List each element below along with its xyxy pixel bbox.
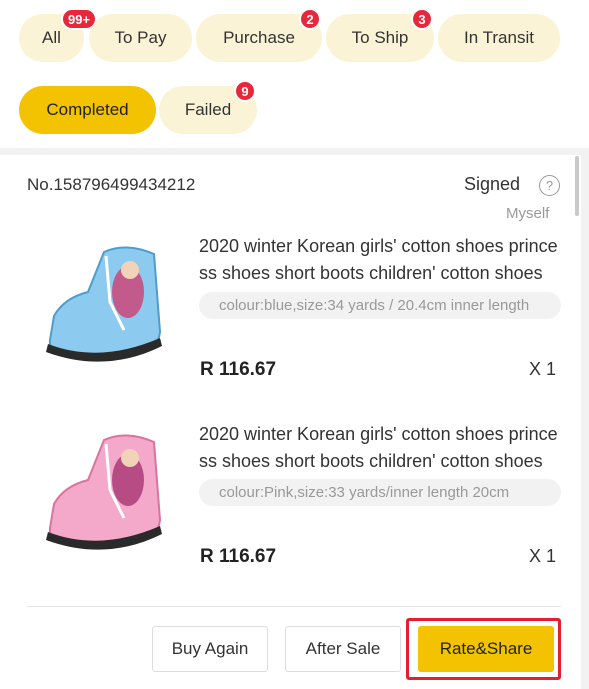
orders-page: All 99+ To Pay Purchase 2 To Ship 3 In T… [0, 0, 589, 689]
tab-to-pay[interactable]: To Pay [89, 14, 192, 62]
item-price: R 116.67 [200, 359, 277, 380]
tab-badge: 3 [411, 8, 433, 30]
order-status-filters: All 99+ To Pay Purchase 2 To Ship 3 In T… [0, 0, 589, 148]
item-title[interactable]: 2020 winter Korean girls' cotton shoes p… [199, 421, 564, 475]
tab-label: All [42, 28, 61, 47]
tab-label: To Pay [114, 28, 167, 47]
tab-completed[interactable]: Completed [19, 86, 156, 134]
divider [27, 606, 561, 607]
tab-label: Completed [46, 100, 129, 119]
blue-boot-image[interactable] [30, 232, 170, 372]
buy-again-button[interactable]: Buy Again [152, 626, 268, 672]
item-quantity: X 1 [529, 359, 557, 379]
tab-all[interactable]: All 99+ [19, 8, 98, 62]
tab-purchase[interactable]: Purchase 2 [196, 8, 322, 62]
tab-to-ship[interactable]: To Ship 3 [326, 8, 434, 62]
tab-badge: 9 [234, 80, 256, 102]
receiver-label: Myself [506, 205, 550, 222]
tab-badge: 2 [299, 8, 321, 30]
tab-label: Failed [184, 100, 232, 119]
tab-label: In Transit [464, 28, 534, 47]
scrollbar[interactable] [575, 156, 579, 216]
item-spec: colour:Pink,size:33 yards/inner length 2… [199, 479, 561, 506]
after-sale-button[interactable]: After Sale [285, 626, 401, 672]
item-price: R 116.67 [200, 546, 277, 567]
order-number: No.158796499434212 [27, 175, 196, 194]
item-spec: colour:blue,size:34 yards / 20.4cm inner… [199, 292, 561, 319]
tab-failed[interactable]: Failed 9 [159, 80, 257, 134]
rate-share-highlight [406, 618, 561, 680]
pink-boot-image[interactable] [30, 420, 170, 560]
tab-in-transit[interactable]: In Transit [438, 14, 560, 62]
help-icon[interactable]: ? [539, 175, 560, 196]
tab-label: To Ship [351, 28, 409, 47]
item-quantity: X 1 [529, 546, 557, 566]
order-status: Signed [464, 174, 521, 194]
tab-label: Purchase [223, 28, 295, 47]
item-title[interactable]: 2020 winter Korean girls' cotton shoes p… [199, 233, 564, 287]
